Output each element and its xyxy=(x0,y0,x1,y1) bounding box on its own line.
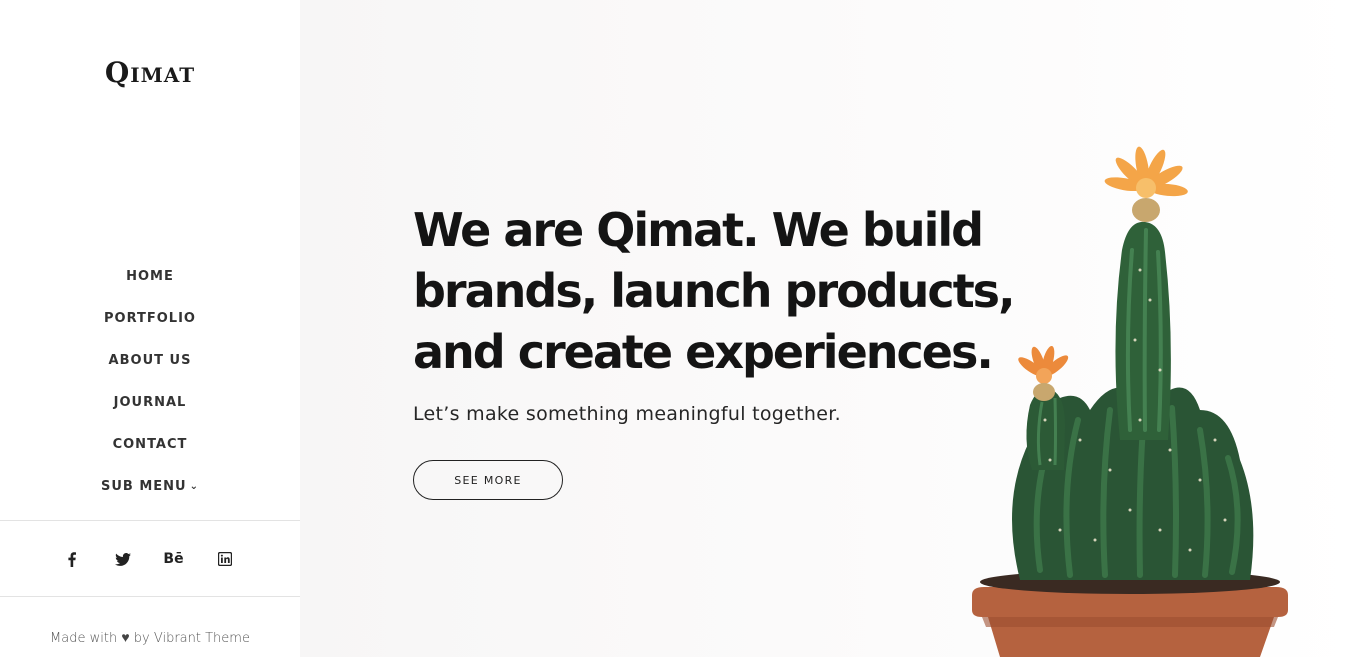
nav-link-home[interactable]: HOME xyxy=(126,269,174,284)
facebook-icon[interactable] xyxy=(46,551,97,567)
footer-credit: Made with ♥ by Vibrant Theme xyxy=(0,629,300,646)
site-logo[interactable]: Qimat xyxy=(0,56,300,89)
heart-icon: ♥ xyxy=(121,630,130,646)
hero-subheadline: Let’s make something meaningful together… xyxy=(413,403,841,425)
cactus-image xyxy=(972,146,1288,657)
hero-section: We are Qimat. We build brands, launch pr… xyxy=(300,0,1366,657)
nav-item-about: ABOUT US xyxy=(0,346,300,388)
main-nav: HOME PORTFOLIO ABOUT US JOURNAL CONTACT … xyxy=(0,262,300,514)
linkedin-icon[interactable] xyxy=(199,551,250,567)
nav-link-journal[interactable]: JOURNAL xyxy=(114,395,187,410)
nav-item-journal: JOURNAL xyxy=(0,388,300,430)
nav-item-submenu: SUB MENU ⌄ xyxy=(0,472,300,514)
nav-submenu-label: SUB MENU xyxy=(101,479,187,494)
nav-item-contact: CONTACT xyxy=(0,430,300,472)
sidebar: Qimat HOME PORTFOLIO ABOUT US JOURNAL CO… xyxy=(0,0,300,657)
nav-link-portfolio[interactable]: PORTFOLIO xyxy=(104,311,196,326)
sidebar-divider-top xyxy=(0,520,300,521)
behance-icon[interactable]: Bē xyxy=(148,551,199,567)
twitter-icon[interactable] xyxy=(97,551,148,567)
nav-link-contact[interactable]: CONTACT xyxy=(113,437,188,452)
nav-link-about[interactable]: ABOUT US xyxy=(109,353,192,368)
page: Qimat HOME PORTFOLIO ABOUT US JOURNAL CO… xyxy=(0,0,1366,657)
see-more-button[interactable]: SEE MORE xyxy=(413,460,563,500)
credit-by-vibrant-theme[interactable]: by Vibrant Theme xyxy=(134,631,250,646)
credit-made-with: Made with xyxy=(50,631,118,646)
nav-link-submenu[interactable]: SUB MENU ⌄ xyxy=(101,479,199,494)
nav-item-portfolio: PORTFOLIO xyxy=(0,304,300,346)
sidebar-divider-bottom xyxy=(0,596,300,597)
nav-item-home: HOME xyxy=(0,262,300,304)
chevron-down-icon: ⌄ xyxy=(189,481,199,492)
social-links: Bē xyxy=(46,545,250,573)
